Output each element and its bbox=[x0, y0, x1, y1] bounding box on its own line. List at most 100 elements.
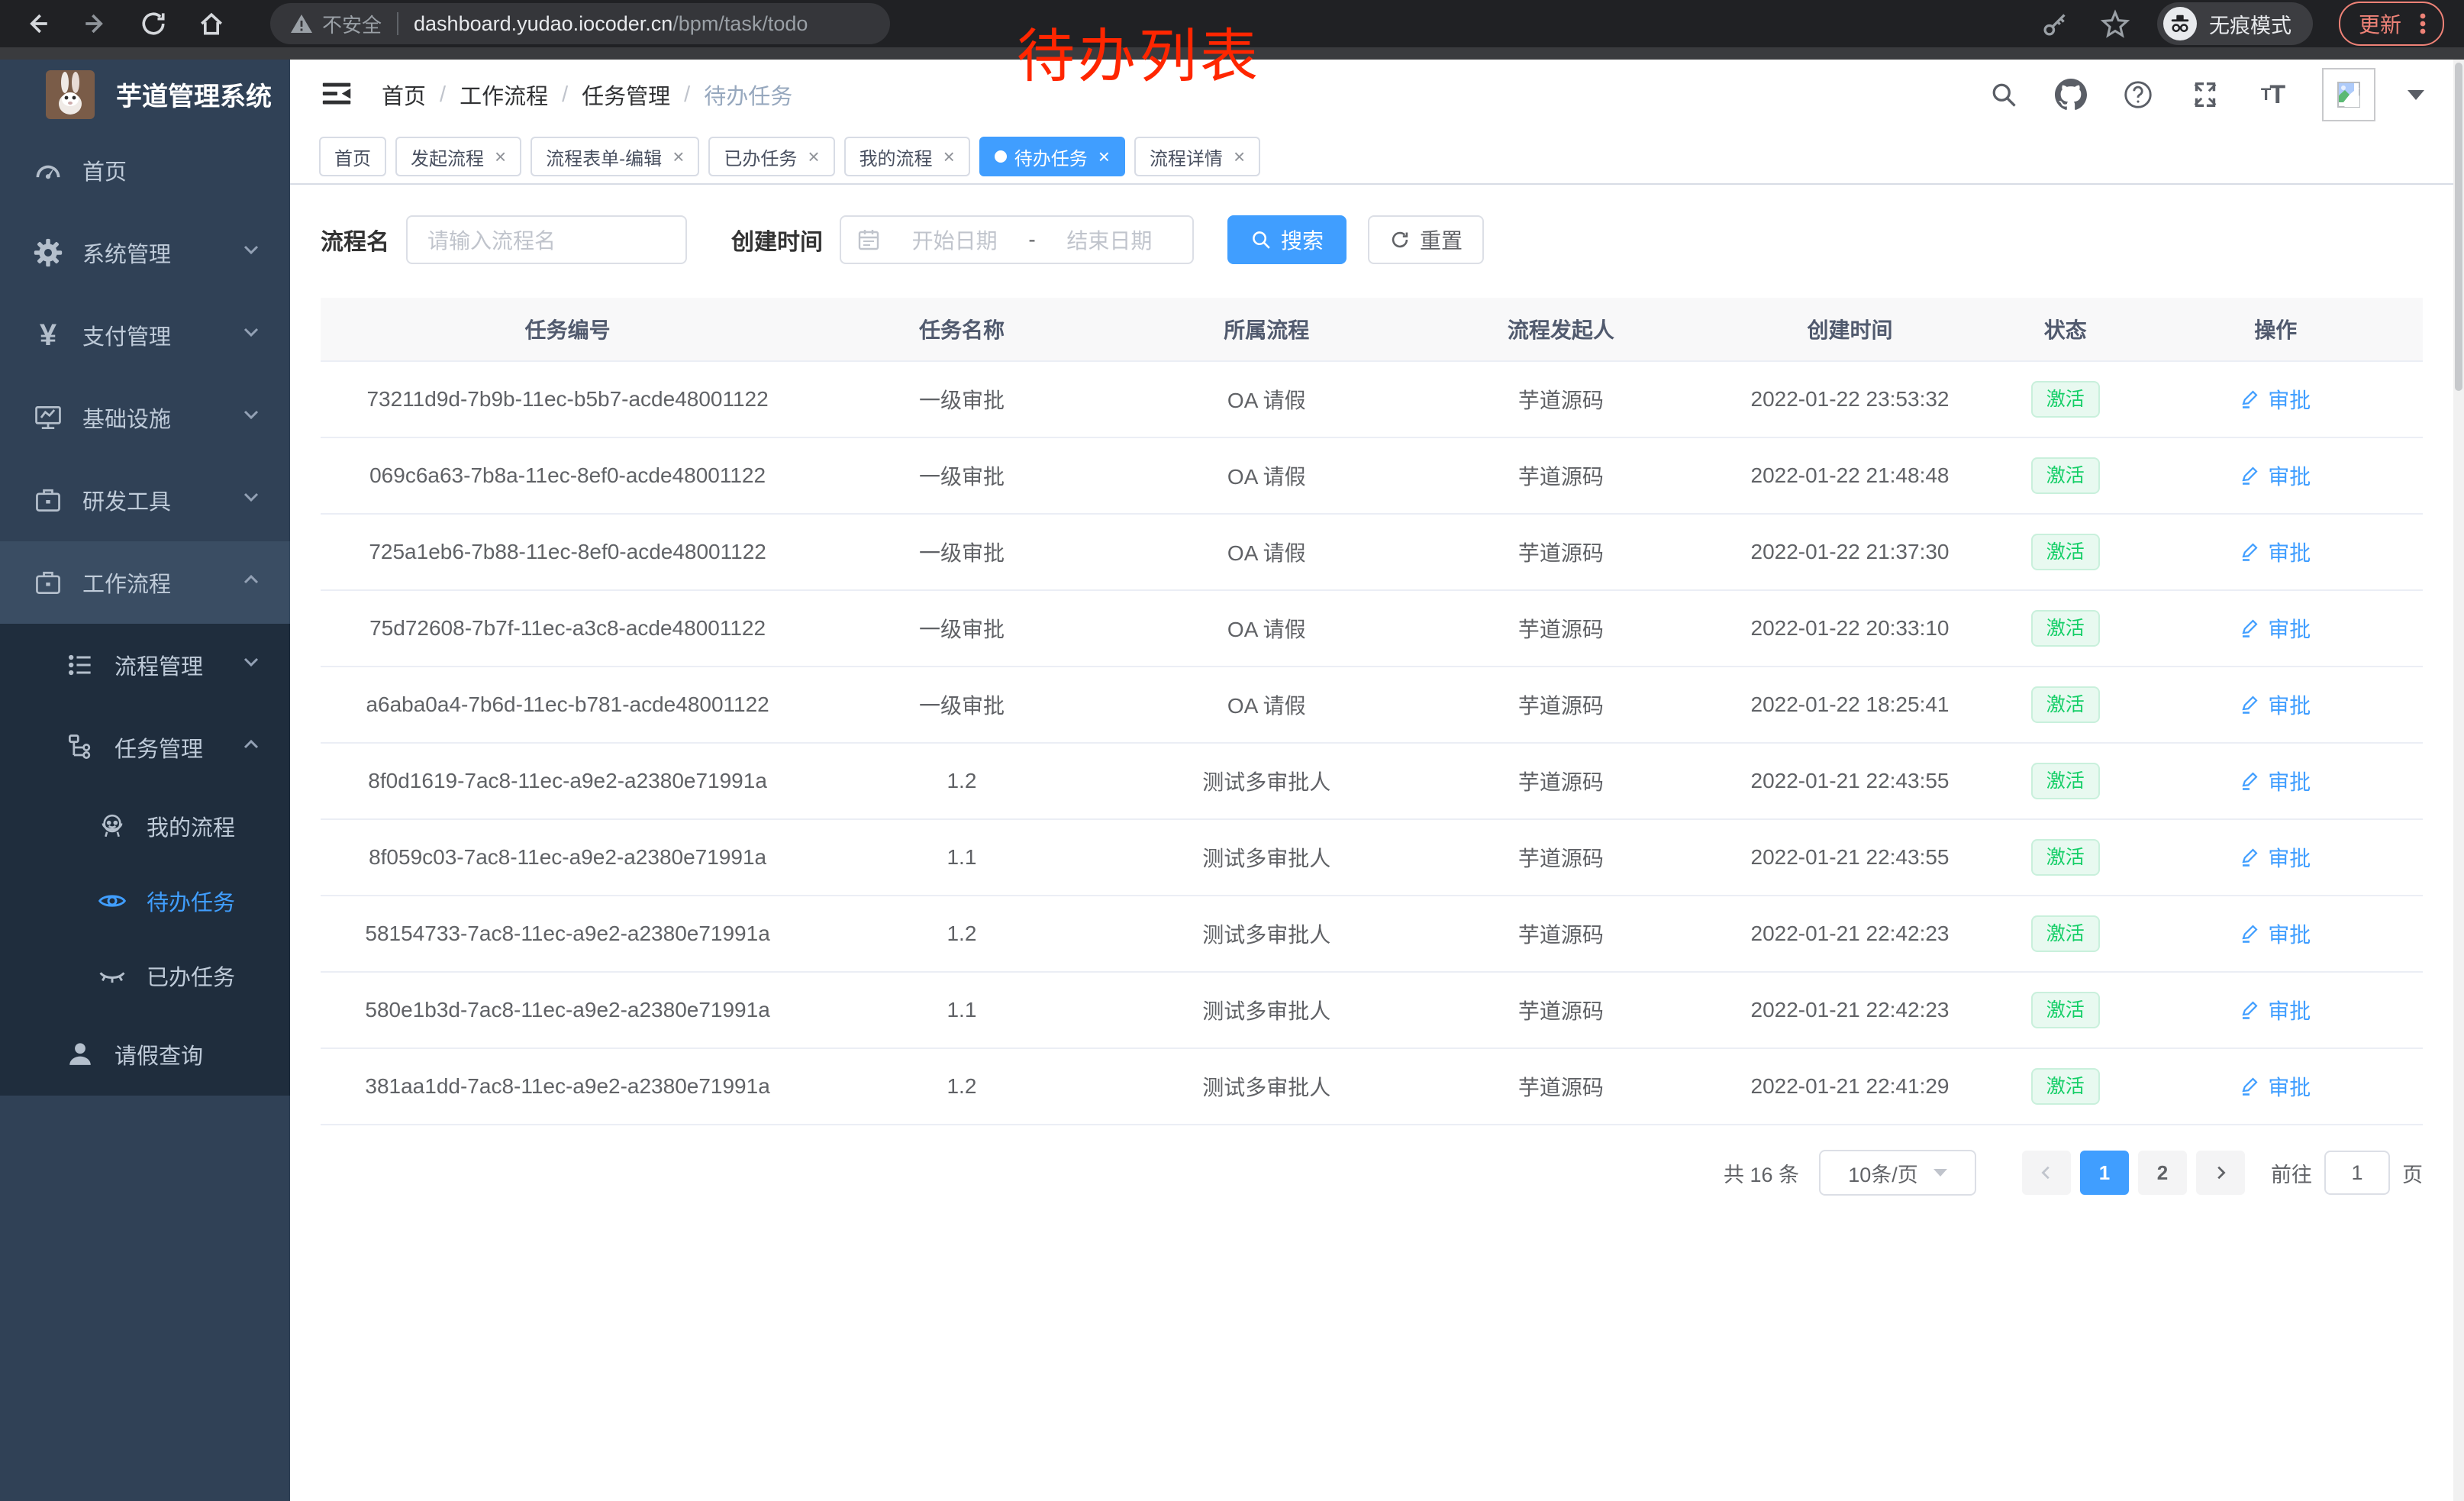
cell-process: 测试多审批人 bbox=[1109, 743, 1424, 819]
cell-task-id: 381aa1dd-7ac8-11ec-a9e2-a2380e71991a bbox=[321, 1048, 814, 1125]
forward-icon[interactable] bbox=[78, 6, 113, 41]
help-icon[interactable] bbox=[2121, 77, 2156, 112]
cell-status: 激活 bbox=[2002, 896, 2128, 972]
font-size-icon[interactable]: TT bbox=[2255, 77, 2290, 112]
tab-form-edit[interactable]: 流程表单-编辑× bbox=[531, 137, 699, 176]
incognito-icon bbox=[2163, 7, 2197, 40]
cell-actions: 审批 bbox=[2128, 590, 2423, 667]
sidebar-item-workflow[interactable]: 工作流程 bbox=[0, 541, 290, 624]
page-button-2[interactable]: 2 bbox=[2138, 1151, 2187, 1195]
sidebar-item-infrastructure[interactable]: 基础设施 bbox=[0, 376, 290, 459]
sidebar-item-system[interactable]: 系统管理 bbox=[0, 211, 290, 294]
status-badge: 激活 bbox=[2031, 610, 2100, 647]
sidebar-item-payment[interactable]: ¥ 支付管理 bbox=[0, 294, 290, 376]
table-row: a6aba0a4-7b6d-11ec-b781-acde48001122 一级审… bbox=[321, 667, 2423, 743]
close-icon[interactable]: × bbox=[1098, 147, 1110, 166]
cell-actions: 审批 bbox=[2128, 437, 2423, 514]
sidebar-item-label: 请假查询 bbox=[114, 1038, 203, 1070]
gear-icon bbox=[31, 235, 66, 270]
password-key-icon[interactable] bbox=[2038, 6, 2073, 41]
sidebar-item-my-process[interactable]: 我的流程 bbox=[0, 789, 290, 863]
sidebar-item-label: 工作流程 bbox=[82, 567, 171, 599]
date-range-input[interactable]: 开始日期 - 结束日期 bbox=[840, 215, 1194, 264]
browser-menu-icon[interactable] bbox=[2412, 11, 2433, 37]
broken-image-icon bbox=[2333, 79, 2364, 110]
chevron-down-icon bbox=[241, 240, 261, 266]
cell-create-time: 2022-01-22 21:48:48 bbox=[1698, 437, 2002, 514]
process-name-input[interactable]: 请输入流程名 bbox=[406, 215, 687, 264]
close-icon[interactable]: × bbox=[672, 147, 684, 166]
yen-icon: ¥ bbox=[31, 318, 66, 353]
page-size-select[interactable]: 10条/页 bbox=[1819, 1150, 1976, 1196]
start-date-placeholder[interactable]: 开始日期 bbox=[887, 224, 1022, 255]
avatar[interactable] bbox=[2322, 68, 2375, 121]
table-row: 580e1b3d-7ac8-11ec-a9e2-a2380e71991a 1.1… bbox=[321, 972, 2423, 1048]
scrollbar-thumb[interactable] bbox=[2455, 63, 2462, 391]
close-icon[interactable]: × bbox=[808, 147, 819, 166]
sidebar-collapse-icon[interactable] bbox=[319, 76, 356, 113]
sidebar-item-todo-tasks[interactable]: 待办任务 bbox=[0, 863, 290, 938]
page-button-1[interactable]: 1 bbox=[2080, 1151, 2129, 1195]
security-label: 不安全 bbox=[322, 10, 382, 38]
approve-button[interactable]: 审批 bbox=[2240, 689, 2311, 720]
cell-actions: 审批 bbox=[2128, 667, 2423, 743]
breadcrumb-task-management[interactable]: 任务管理 bbox=[582, 79, 670, 111]
prev-page-button[interactable] bbox=[2022, 1151, 2071, 1195]
tab-done-tasks[interactable]: 已办任务× bbox=[708, 137, 834, 176]
sidebar-item-process-management[interactable]: 流程管理 bbox=[0, 624, 290, 706]
close-icon[interactable]: × bbox=[943, 147, 955, 166]
cell-starter: 芋道源码 bbox=[1424, 361, 1698, 437]
approve-button[interactable]: 审批 bbox=[2240, 460, 2311, 491]
warning-icon bbox=[290, 12, 313, 35]
next-page-button[interactable] bbox=[2196, 1151, 2245, 1195]
github-icon[interactable] bbox=[2053, 77, 2088, 112]
tab-process-detail[interactable]: 流程详情× bbox=[1134, 137, 1260, 176]
app-logo-row[interactable]: 芋道管理系统 bbox=[0, 60, 290, 129]
address-bar[interactable]: 不安全 dashboard.yudao.iocoder.cn/bpm/task/… bbox=[270, 3, 890, 44]
search-icon[interactable] bbox=[1986, 77, 2021, 112]
tab-home[interactable]: 首页 bbox=[319, 137, 386, 176]
tab-my-process[interactable]: 我的流程× bbox=[844, 137, 970, 176]
breadcrumb-workflow[interactable]: 工作流程 bbox=[460, 79, 548, 111]
reset-button[interactable]: 重置 bbox=[1368, 215, 1484, 264]
cell-task-name: 一级审批 bbox=[814, 590, 1109, 667]
search-button[interactable]: 搜索 bbox=[1227, 215, 1346, 264]
approve-button[interactable]: 审批 bbox=[2240, 613, 2311, 644]
goto-page-input[interactable] bbox=[2324, 1151, 2390, 1195]
approve-button[interactable]: 审批 bbox=[2240, 537, 2311, 567]
end-date-placeholder[interactable]: 结束日期 bbox=[1042, 224, 1177, 255]
sidebar-item-done-tasks[interactable]: 已办任务 bbox=[0, 938, 290, 1013]
approve-button[interactable]: 审批 bbox=[2240, 1071, 2311, 1102]
back-icon[interactable] bbox=[20, 6, 55, 41]
table-header-row: 任务编号 任务名称 所属流程 流程发起人 创建时间 状态 操作 bbox=[321, 298, 2423, 361]
security-warning[interactable]: 不安全 bbox=[290, 10, 382, 38]
approve-button[interactable]: 审批 bbox=[2240, 918, 2311, 949]
close-icon[interactable]: × bbox=[1234, 147, 1245, 166]
reload-icon[interactable] bbox=[136, 6, 171, 41]
close-icon[interactable]: × bbox=[495, 147, 506, 166]
approve-button[interactable]: 审批 bbox=[2240, 766, 2311, 796]
breadcrumb-home[interactable]: 首页 bbox=[382, 79, 426, 111]
avatar-caret-icon[interactable] bbox=[2408, 90, 2424, 100]
sidebar-item-task-management[interactable]: 任务管理 bbox=[0, 706, 290, 789]
incognito-label: 无痕模式 bbox=[2209, 9, 2291, 39]
sidebar-item-leave-query[interactable]: 请假查询 bbox=[0, 1013, 290, 1096]
chevron-down-icon bbox=[241, 405, 261, 431]
tab-todo-tasks[interactable]: 待办任务× bbox=[979, 137, 1125, 176]
tab-start-process[interactable]: 发起流程× bbox=[395, 137, 521, 176]
home-icon[interactable] bbox=[194, 6, 229, 41]
fullscreen-icon[interactable] bbox=[2188, 77, 2223, 112]
calendar-icon bbox=[856, 228, 881, 252]
browser-update-button[interactable]: 更新 bbox=[2339, 2, 2444, 46]
sidebar-item-home[interactable]: 首页 bbox=[0, 129, 290, 211]
approve-button[interactable]: 审批 bbox=[2240, 995, 2311, 1025]
approve-button[interactable]: 审批 bbox=[2240, 842, 2311, 873]
sidebar-item-label: 任务管理 bbox=[114, 731, 203, 763]
url-host: dashboard.yudao.iocoder.cn bbox=[414, 12, 672, 36]
bookmark-star-icon[interactable] bbox=[2098, 6, 2133, 41]
page-scrollbar[interactable] bbox=[2453, 60, 2464, 1501]
chevron-up-icon bbox=[241, 570, 261, 596]
sidebar-item-devtools[interactable]: 研发工具 bbox=[0, 459, 290, 541]
cell-create-time: 2022-01-21 22:43:55 bbox=[1698, 743, 2002, 819]
approve-button[interactable]: 审批 bbox=[2240, 384, 2311, 415]
